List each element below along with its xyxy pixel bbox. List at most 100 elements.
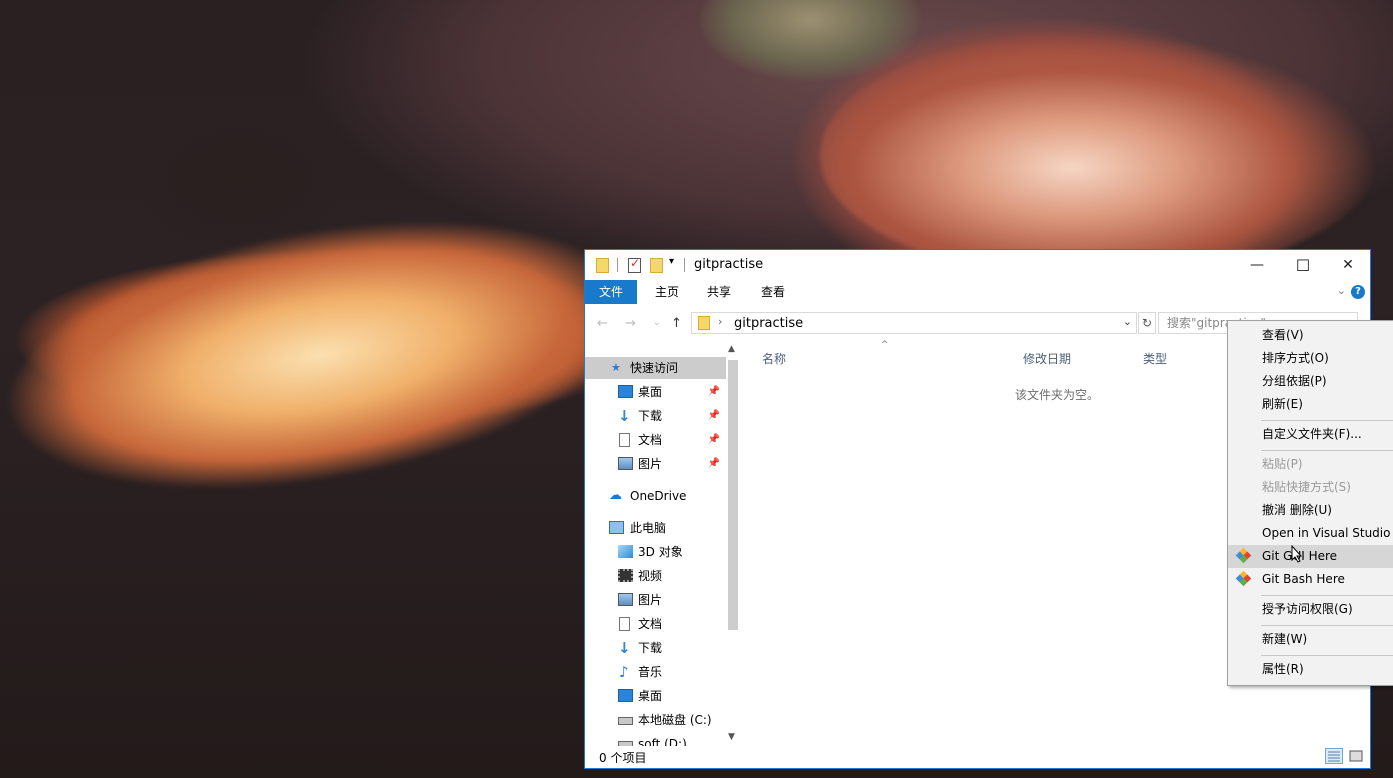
menu-item-sort-by[interactable]: 排序方式(O) — [1228, 347, 1393, 370]
forward-arrow-icon[interactable]: → — [625, 316, 636, 331]
menu-item-label: 粘贴(P) — [1262, 457, 1303, 471]
sort-ascending-icon: ^ — [881, 340, 889, 350]
menu-item-label: 粘贴快捷方式(S) — [1262, 480, 1351, 494]
menu-item-paste-shortcut[interactable]: 粘贴快捷方式(S) — [1228, 476, 1393, 499]
menu-separator — [1261, 450, 1393, 451]
scrollbar-thumb[interactable] — [728, 360, 738, 630]
sidebar-item-documents[interactable]: 文档 📌 — [585, 429, 726, 451]
music-icon: ♪ — [619, 663, 629, 681]
tab-home[interactable]: 主页 — [641, 280, 693, 304]
back-arrow-icon[interactable]: ← — [597, 316, 608, 331]
minimize-button[interactable]: — — [1234, 250, 1280, 280]
sidebar-item-soft-d[interactable]: soft (D:) — [585, 733, 726, 746]
sidebar-item-desktop-pc[interactable]: 桌面 — [585, 685, 726, 707]
sidebar-item-3d-objects[interactable]: 3D 对象 — [585, 541, 726, 563]
sidebar-item-onedrive[interactable]: ☁ OneDrive — [585, 485, 726, 507]
menu-item-customize-folder[interactable]: 自定义文件夹(F)... — [1228, 423, 1393, 446]
maximize-button[interactable]: ☐ — [1280, 250, 1326, 280]
download-icon: ↓ — [618, 639, 631, 657]
menu-item-paste[interactable]: 粘贴(P) — [1228, 453, 1393, 476]
pin-icon[interactable]: 📌 — [708, 429, 720, 451]
scroll-up-icon[interactable]: ▲ — [728, 344, 735, 354]
up-arrow-icon[interactable]: ↑ — [671, 316, 682, 331]
menu-item-group-by[interactable]: 分组依据(P) — [1228, 370, 1393, 393]
customize-quick-access-icon[interactable]: ▾ — [669, 256, 674, 267]
nav-scrollbar[interactable]: ▲ ▼ — [726, 342, 740, 746]
menu-item-label: 授予访问权限(G) — [1262, 602, 1353, 616]
sidebar-item-label: 图片 — [638, 593, 663, 607]
sidebar-item-desktop[interactable]: 桌面 📌 — [585, 381, 726, 403]
pin-icon[interactable]: 📌 — [708, 381, 720, 403]
pictures-icon — [618, 457, 633, 470]
sidebar-item-label: 视频 — [638, 569, 663, 583]
desktop-icon — [618, 689, 633, 702]
menu-item-refresh[interactable]: 刷新(E) — [1228, 393, 1393, 416]
wallpaper-light-patch — [700, 0, 920, 80]
pin-icon[interactable]: 📌 — [708, 405, 720, 427]
sidebar-item-pictures[interactable]: 图片 📌 — [585, 453, 726, 475]
navigation-pane: ★ 快速访问 桌面 📌 ↓ 下载 📌 文档 📌 图片 📌 ☁ OneDrive — [585, 342, 740, 746]
sidebar-item-music[interactable]: ♪ 音乐 — [585, 661, 726, 683]
document-icon — [619, 617, 630, 631]
chevron-right-icon[interactable]: › — [718, 315, 722, 328]
menu-item-view[interactable]: 查看(V) — [1228, 324, 1393, 347]
sidebar-item-downloads[interactable]: ↓ 下载 📌 — [585, 405, 726, 427]
properties-icon[interactable] — [628, 256, 641, 273]
help-icon[interactable]: ? — [1351, 285, 1365, 299]
sidebar-item-this-pc[interactable]: 此电脑 — [585, 517, 726, 539]
computer-icon — [609, 521, 624, 534]
ribbon-tabs: 文件 主页 共享 查看 ⌄ ? — [585, 280, 1370, 304]
toolbar-divider — [617, 258, 618, 272]
expand-ribbon-icon[interactable]: ⌄ — [1337, 284, 1346, 297]
menu-item-properties[interactable]: 属性(R) — [1228, 658, 1393, 681]
menu-separator — [1261, 625, 1393, 626]
folder-icon — [698, 316, 710, 330]
sidebar-item-label: soft (D:) — [638, 737, 687, 746]
document-icon — [619, 433, 630, 447]
menu-item-label: 查看(V) — [1262, 328, 1304, 342]
menu-item-undo-delete[interactable]: 撤消 删除(U) — [1228, 499, 1393, 522]
sidebar-item-label: 文档 — [638, 617, 663, 631]
large-icons-view-icon[interactable] — [1347, 748, 1365, 764]
sidebar-item-label: 音乐 — [638, 665, 663, 679]
scroll-down-icon[interactable]: ▼ — [728, 732, 735, 742]
toolbar-divider — [684, 258, 685, 272]
new-folder-icon[interactable] — [650, 258, 663, 273]
column-header-name[interactable]: 名称 — [762, 350, 786, 367]
sidebar-item-local-disk-c[interactable]: 本地磁盘 (C:) — [585, 709, 726, 731]
menu-item-git-bash[interactable]: Git Bash Here — [1228, 568, 1393, 591]
sidebar-item-documents-pc[interactable]: 文档 — [585, 613, 726, 635]
menu-item-give-access[interactable]: 授予访问权限(G) — [1228, 598, 1393, 621]
mouse-cursor-icon — [1291, 545, 1303, 563]
breadcrumb[interactable]: gitpractise — [734, 316, 803, 331]
pin-icon[interactable]: 📌 — [708, 453, 720, 475]
tab-file[interactable]: 文件 — [585, 280, 638, 304]
tab-view[interactable]: 查看 — [747, 280, 799, 304]
menu-separator — [1261, 595, 1393, 596]
address-bar[interactable]: › gitpractise ⌄ — [691, 312, 1137, 334]
details-view-icon[interactable] — [1325, 748, 1343, 764]
download-icon: ↓ — [618, 407, 631, 425]
sidebar-item-quick-access[interactable]: ★ 快速访问 — [585, 357, 726, 379]
refresh-icon[interactable]: ↻ — [1138, 312, 1156, 334]
close-button[interactable]: ✕ — [1325, 250, 1371, 280]
chevron-down-icon[interactable]: ⌄ — [1123, 315, 1132, 328]
menu-item-new[interactable]: 新建(W) — [1228, 628, 1393, 651]
cloud-icon: ☁ — [609, 488, 622, 503]
window-title: gitpractise — [694, 257, 764, 272]
menu-item-label: 排序方式(O) — [1262, 351, 1329, 365]
sidebar-item-label: 文档 — [638, 433, 663, 447]
title-bar[interactable]: ▾ gitpractise — ☐ ✕ — [585, 250, 1370, 280]
menu-item-label: Git Bash Here — [1262, 572, 1345, 586]
menu-item-git-gui[interactable]: Git GUI Here — [1228, 545, 1393, 568]
sidebar-item-videos[interactable]: 视频 — [585, 565, 726, 587]
recent-locations-icon[interactable]: ⌄ — [653, 318, 661, 328]
sidebar-item-downloads-pc[interactable]: ↓ 下载 — [585, 637, 726, 659]
sidebar-item-label: 图片 — [638, 457, 663, 471]
column-header-modified[interactable]: 修改日期 — [1023, 350, 1071, 367]
column-header-type[interactable]: 类型 — [1143, 350, 1167, 367]
tab-share[interactable]: 共享 — [693, 280, 745, 304]
menu-item-open-visual-studio[interactable]: Open in Visual Studio — [1228, 522, 1393, 545]
context-menu: 查看(V) 排序方式(O) 分组依据(P) 刷新(E) 自定义文件夹(F)...… — [1227, 320, 1393, 686]
sidebar-item-pictures-pc[interactable]: 图片 — [585, 589, 726, 611]
